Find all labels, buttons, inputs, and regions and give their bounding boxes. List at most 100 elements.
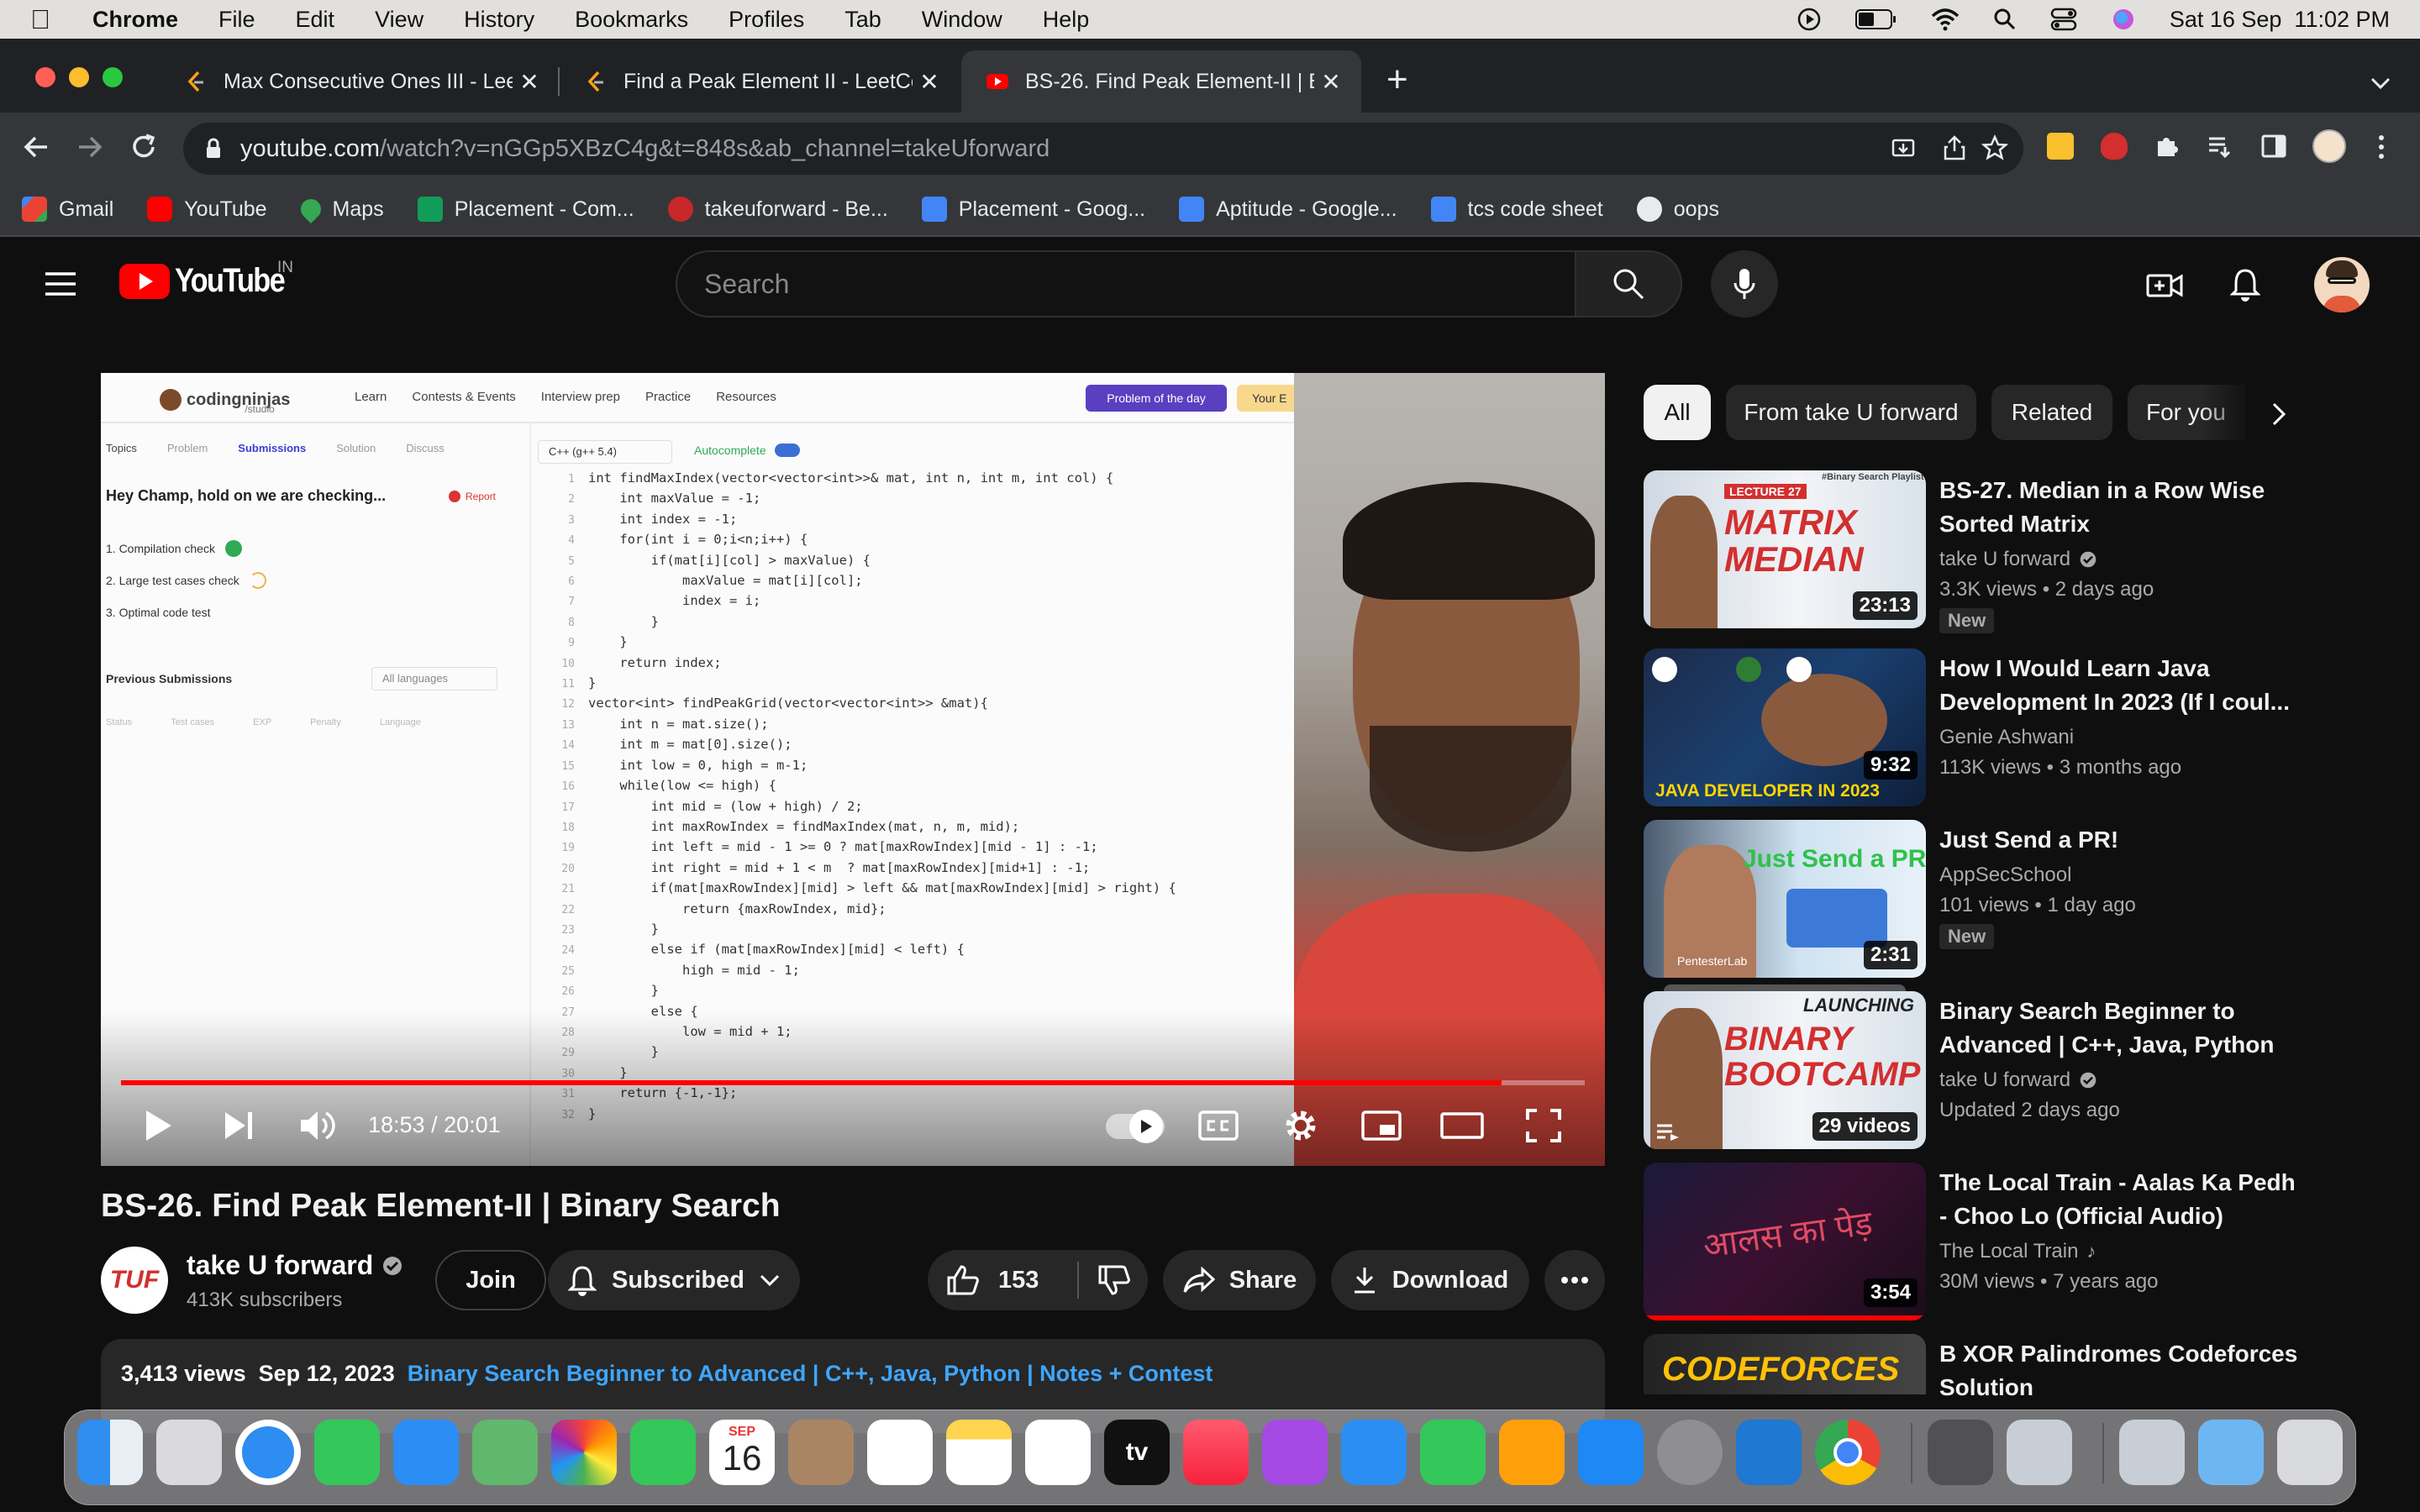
recommendation-title[interactable]: The Local Train - Aalas Ka Pedh - Choo L… (1939, 1166, 2301, 1233)
contacts-icon[interactable] (788, 1420, 854, 1485)
chip-from-take-u-forward[interactable]: From take U forward (1726, 385, 1976, 440)
extension-shield-icon[interactable] (2101, 133, 2128, 160)
next-video-icon[interactable] (222, 1110, 255, 1141)
share-button[interactable]: Share (1163, 1250, 1316, 1310)
window-zoom-button[interactable] (103, 67, 123, 87)
menu-window[interactable]: Window (922, 7, 1002, 33)
siri-icon[interactable] (2111, 7, 2136, 32)
thumbs-up-icon[interactable] (946, 1264, 980, 1296)
thumbs-down-icon[interactable] (1097, 1264, 1131, 1296)
video-thumbnail[interactable]: CODEFORCES (1644, 1334, 1926, 1394)
keynote-icon[interactable] (1341, 1420, 1407, 1485)
profile-avatar[interactable] (2312, 129, 2346, 163)
window-minimize-button[interactable] (69, 67, 89, 87)
menu-help[interactable]: Help (1043, 7, 1090, 33)
recommendation-channel[interactable]: take U forward (1939, 548, 2070, 571)
system-settings-icon[interactable] (1657, 1420, 1723, 1485)
notifications-bell-icon[interactable] (2230, 267, 2260, 302)
finder-icon[interactable] (77, 1420, 143, 1485)
recommendation-channel[interactable]: Genie Ashwani (1939, 726, 2074, 749)
forward-arrow-icon[interactable] (76, 134, 104, 160)
bookmark-takeuforward[interactable]: takeuforward - Be... (667, 197, 888, 222)
channel-avatar[interactable]: TUF (101, 1247, 168, 1314)
recommendation-title[interactable]: B XOR Palindromes Codeforces Solution (1939, 1337, 2301, 1404)
recommendation-item[interactable]: आलस का पेड़ 3:54 The Local Train - Aalas… (1644, 1163, 2383, 1322)
new-tab-plus-icon[interactable]: + (1386, 59, 1408, 101)
join-button[interactable]: Join (435, 1250, 546, 1310)
recommendation-channel[interactable]: The Local Train (1939, 1240, 2078, 1263)
downloads-folder-icon[interactable] (2198, 1420, 2264, 1485)
vscode-icon[interactable] (1736, 1420, 1802, 1485)
tab-find-peak-leetcode[interactable]: Find a Peak Element II - LeetCo ✕ (560, 50, 960, 113)
miniplayer-icon[interactable] (1361, 1110, 1402, 1141)
menu-history[interactable]: History (464, 7, 534, 33)
facetime-icon[interactable] (630, 1420, 696, 1485)
messages-icon[interactable] (314, 1420, 380, 1485)
recommendation-channel[interactable]: take U forward (1939, 1068, 2070, 1092)
apple-tv-icon[interactable]: tv (1104, 1420, 1170, 1485)
progress-track[interactable] (121, 1080, 1585, 1085)
wifi-icon[interactable] (1931, 8, 1960, 31)
hamburger-menu-icon[interactable] (44, 270, 77, 297)
clock-datetime[interactable]: Sat 16 Sep 11:02 PM (2170, 7, 2390, 33)
more-actions-button[interactable] (1544, 1250, 1605, 1310)
channel-name[interactable]: take U forward (187, 1250, 373, 1281)
photos-icon[interactable] (551, 1420, 617, 1485)
chrome-menu-kebab-icon[interactable] (2375, 133, 2388, 161)
chrome-app-icon[interactable] (1815, 1420, 1881, 1485)
screenshot-stack-icon[interactable] (2119, 1420, 2185, 1485)
play-circle-status-icon[interactable] (1797, 7, 1822, 32)
recommendation-item[interactable]: JAVA DEVELOPER IN 2023 9:32 How I Would … (1644, 648, 2383, 808)
bookmark-aptitude[interactable]: Aptitude - Google... (1179, 197, 1397, 222)
recommendation-title[interactable]: How I Would Learn Java Development In 20… (1939, 652, 2301, 719)
app-store-icon[interactable] (1578, 1420, 1644, 1485)
calendar-icon[interactable]: SEP 16 (709, 1420, 775, 1485)
extensions-puzzle-icon[interactable] (2153, 133, 2180, 160)
bookmark-tcs-code-sheet[interactable]: tcs code sheet (1430, 197, 1603, 222)
menu-tab[interactable]: Tab (844, 7, 881, 33)
tab-search-chevron-icon[interactable] (2370, 76, 2391, 91)
playlist-link[interactable]: Binary Search Beginner to Advanced | C++… (408, 1361, 1213, 1386)
control-center-icon[interactable] (2050, 8, 2077, 31)
recommendation-title[interactable]: BS-27. Median in a Row Wise Sorted Matri… (1939, 474, 2301, 541)
video-thumbnail[interactable]: Just Send a PR! PentesterLab 2:31 (1644, 820, 1926, 978)
launchpad-icon[interactable] (156, 1420, 222, 1485)
like-count[interactable]: 153 (998, 1267, 1039, 1294)
fullscreen-icon[interactable] (1526, 1109, 1561, 1142)
menu-view[interactable]: View (375, 7, 424, 33)
maps-app-icon[interactable] (472, 1420, 538, 1485)
search-input[interactable]: Search (676, 250, 1576, 318)
window-close-button[interactable] (35, 67, 55, 87)
create-video-icon[interactable] (2146, 269, 2183, 302)
menu-app-name[interactable]: Chrome (92, 7, 178, 33)
subscribed-button[interactable]: Subscribed (548, 1250, 800, 1310)
spotlight-search-icon[interactable] (1993, 8, 2017, 31)
chip-related[interactable]: Related (1991, 385, 2112, 440)
trash-icon[interactable] (2277, 1420, 2343, 1485)
recommendation-channel[interactable]: AppSecSchool (1939, 864, 2071, 887)
menu-edit[interactable]: Edit (296, 7, 335, 33)
recommendation-playlist-item[interactable]: LAUNCHING BINARY BOOTCAMP 29 videos Bina… (1644, 984, 2383, 1151)
account-avatar[interactable] (2314, 257, 2370, 312)
mail-icon[interactable] (393, 1420, 459, 1485)
play-icon[interactable] (143, 1109, 173, 1142)
side-panel-icon[interactable] (2260, 133, 2287, 160)
bookmark-star-icon[interactable] (1981, 134, 2008, 161)
chip-all[interactable]: All (1644, 385, 1711, 440)
bookmark-placement-goog[interactable]: Placement - Goog... (921, 197, 1145, 222)
volume-icon[interactable] (299, 1109, 336, 1142)
safari-icon[interactable] (235, 1420, 301, 1485)
download-button[interactable]: Download (1331, 1250, 1529, 1310)
notes-icon[interactable] (946, 1420, 1012, 1485)
search-button[interactable] (1576, 250, 1682, 318)
recommendation-title[interactable]: Binary Search Beginner to Advanced | C++… (1939, 995, 2301, 1063)
share-page-icon[interactable] (1943, 134, 1966, 161)
video-thumbnail[interactable]: आलस का पेड़ 3:54 (1644, 1163, 1926, 1320)
menu-bookmarks[interactable]: Bookmarks (575, 7, 688, 33)
voice-search-button[interactable] (1711, 250, 1778, 318)
address-bar[interactable]: youtube.com/watch?v=nGGp5XBzC4g&t=848s&a… (183, 123, 2023, 175)
menu-profiles[interactable]: Profiles (729, 7, 804, 33)
menu-file[interactable]: File (218, 7, 255, 33)
settings-gear-icon[interactable] (1282, 1107, 1319, 1144)
video-player[interactable]: codingninjas /studio Learn Contests & Ev… (101, 373, 1605, 1166)
